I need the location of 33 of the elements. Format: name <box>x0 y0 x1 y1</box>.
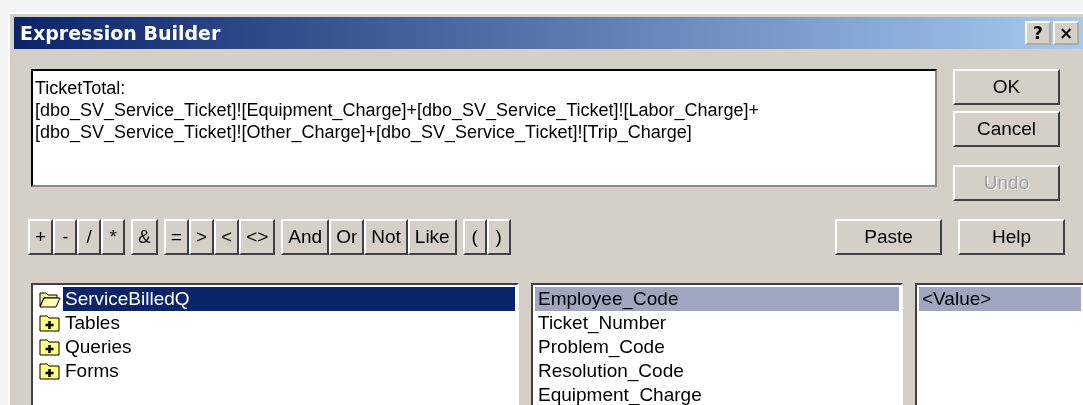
operator-button[interactable]: = <box>163 219 189 255</box>
field-item[interactable]: Ticket_Number <box>535 311 899 335</box>
field-item[interactable]: Problem_Code <box>535 335 899 359</box>
dialog-button[interactable]: Cancel <box>953 111 1060 147</box>
tree-item[interactable]: Queries <box>63 335 515 359</box>
tree-item[interactable]: ServiceBilledQ <box>63 287 515 311</box>
operator-button[interactable]: <> <box>239 219 276 255</box>
operator-button[interactable]: * <box>101 219 126 255</box>
operator-button[interactable]: - <box>53 219 78 255</box>
paste-button[interactable]: Paste <box>835 219 942 255</box>
close-button[interactable]: × <box>1053 21 1079 45</box>
operator-button[interactable]: > <box>188 219 214 255</box>
operator-button[interactable]: < <box>214 219 240 255</box>
operator-button[interactable]: + <box>28 219 54 255</box>
operator-button[interactable]: Not <box>364 219 408 255</box>
operator-button[interactable]: & <box>131 219 158 255</box>
expression-field[interactable]: TicketTotal: [dbo_SV_Service_Ticket]![Equipment_Charge]+[dbo_SV_Service_Ticket]![Labor_Charge]+ [dbo_SV_Service_Ticket]![Other_Charge]+[dbo_SV_Service_Ticket]![Trip_Charge] <box>31 69 937 187</box>
field-item[interactable]: Equipment_Charge <box>535 383 899 405</box>
help-button[interactable]: Help <box>958 219 1065 255</box>
operator-button[interactable]: ( <box>462 219 487 255</box>
help-button[interactable]: ? <box>1025 21 1051 45</box>
window-title: Expression Builder <box>20 22 221 44</box>
tree-item[interactable]: Tables <box>63 311 515 335</box>
field-item[interactable]: Employee_Code <box>535 287 899 311</box>
value-item[interactable]: <Value> <box>919 287 1081 311</box>
operator-button[interactable]: / <box>77 219 102 255</box>
tree-item[interactable]: Forms <box>63 359 515 383</box>
operator-button[interactable]: Or <box>329 219 365 255</box>
dialog-button[interactable]: OK <box>953 69 1060 105</box>
operator-button[interactable]: Like <box>407 219 457 255</box>
operator-button[interactable]: And <box>281 219 330 255</box>
operator-button[interactable]: ) <box>486 219 511 255</box>
field-item[interactable]: Resolution_Code <box>535 359 899 383</box>
